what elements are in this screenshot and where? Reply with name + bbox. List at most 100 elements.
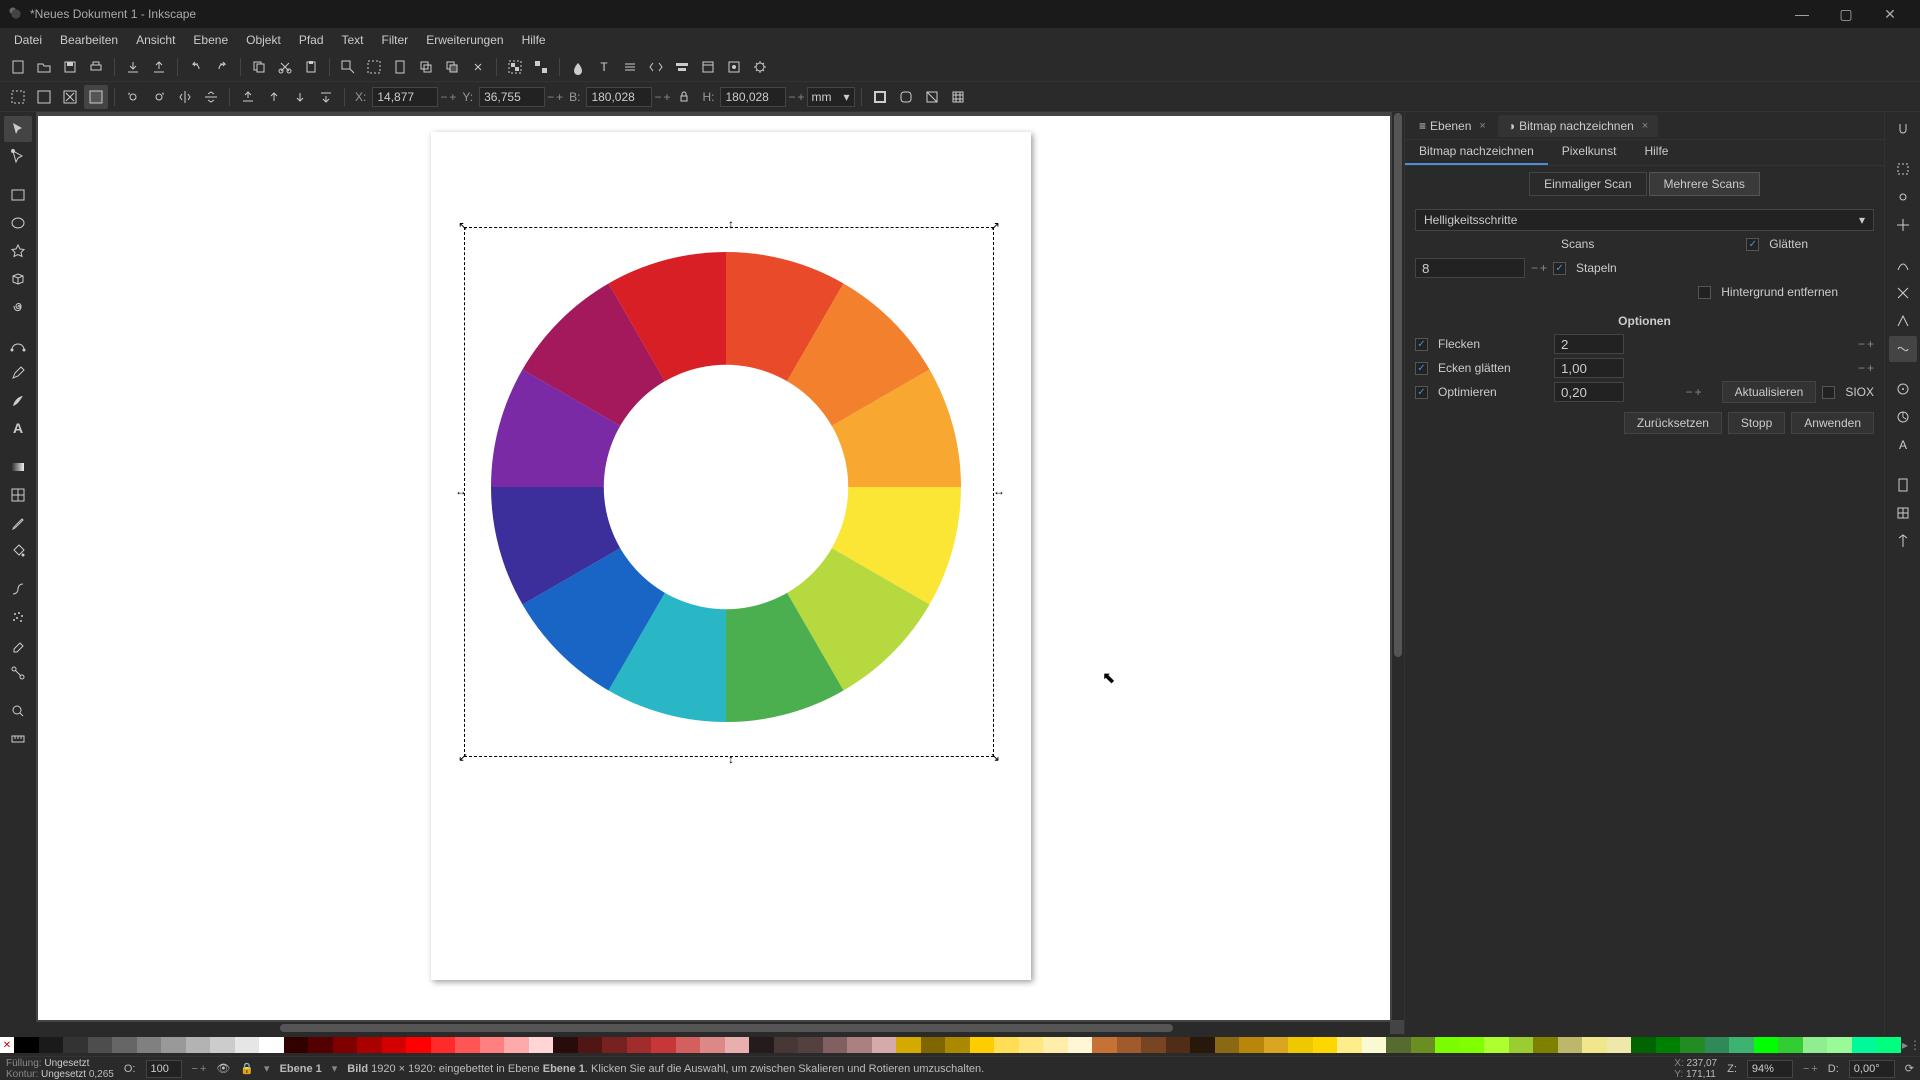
swatch[interactable] <box>1190 1037 1215 1053</box>
swatch[interactable] <box>749 1037 774 1053</box>
swatch[interactable] <box>1411 1037 1436 1053</box>
swatch[interactable] <box>1117 1037 1142 1053</box>
swatch[interactable] <box>1484 1037 1509 1053</box>
palette-menu[interactable]: ⋮ <box>1910 1037 1920 1053</box>
menu-path[interactable]: Pfad <box>291 31 332 49</box>
swatch[interactable] <box>1509 1037 1534 1053</box>
sel-handle-t[interactable]: ↕ <box>726 219 736 229</box>
snap-align[interactable] <box>1889 212 1917 238</box>
swatch[interactable] <box>1705 1037 1730 1053</box>
close-button[interactable]: ✕ <box>1868 0 1912 28</box>
new-doc-button[interactable] <box>6 55 30 79</box>
reset-button[interactable]: Zurücksetzen <box>1624 412 1722 434</box>
swatch[interactable] <box>1754 1037 1779 1053</box>
snap-center[interactable] <box>1889 376 1917 402</box>
swatch[interactable] <box>700 1037 725 1053</box>
swatch[interactable] <box>945 1037 970 1053</box>
swatch[interactable] <box>504 1037 529 1053</box>
tab-layers[interactable]: ≡ Ebenen × <box>1409 115 1496 137</box>
rect-tool[interactable] <box>4 182 32 208</box>
visibility-icon[interactable]: 👁 <box>216 1062 230 1075</box>
swatch[interactable] <box>725 1037 750 1053</box>
snap-smooth[interactable] <box>1889 336 1917 362</box>
y-spinner[interactable]: −+ <box>547 90 563 104</box>
sel-handle-tr[interactable]: ↗ <box>990 221 1000 231</box>
menu-filter[interactable]: Filter <box>374 31 417 49</box>
scans-input[interactable] <box>1415 258 1525 278</box>
bucket-tool[interactable] <box>4 538 32 564</box>
swatch[interactable] <box>627 1037 652 1053</box>
tab-trace-close[interactable]: × <box>1642 120 1648 132</box>
rotate-cw-button[interactable] <box>147 85 171 109</box>
scrollbar-vertical[interactable] <box>1392 112 1404 1020</box>
save-button[interactable] <box>58 55 82 79</box>
sel-handle-l[interactable]: ↔ <box>456 486 466 496</box>
lower-button[interactable] <box>288 85 312 109</box>
menu-view[interactable]: Ansicht <box>128 31 183 49</box>
dropper-tool[interactable] <box>4 510 32 536</box>
swatch[interactable] <box>1068 1037 1093 1053</box>
h-input[interactable] <box>720 87 786 107</box>
swatch[interactable] <box>1852 1037 1877 1053</box>
stop-button[interactable]: Stopp <box>1728 412 1785 434</box>
swatch[interactable] <box>112 1037 137 1053</box>
flip-h-button[interactable] <box>173 85 197 109</box>
swatch[interactable] <box>774 1037 799 1053</box>
swatch[interactable] <box>1141 1037 1166 1053</box>
swatch[interactable] <box>455 1037 480 1053</box>
selection-box[interactable] <box>464 227 994 757</box>
raise-button[interactable] <box>262 85 286 109</box>
swatch[interactable] <box>1239 1037 1264 1053</box>
siox-checkbox[interactable] <box>1822 386 1835 399</box>
spiral-tool[interactable] <box>4 294 32 320</box>
snap-path[interactable] <box>1889 252 1917 278</box>
gradient-tool[interactable] <box>4 454 32 480</box>
speckles-checkbox[interactable] <box>1415 338 1428 351</box>
swatch[interactable] <box>1803 1037 1828 1053</box>
swatch[interactable] <box>210 1037 235 1053</box>
tab-trace[interactable]: ◑ Bitmap nachzeichnen × <box>1498 115 1658 137</box>
fill-value[interactable]: Ungesetzt <box>44 1058 89 1069</box>
node-tool[interactable] <box>4 144 32 170</box>
select-all-button[interactable] <box>6 85 30 109</box>
zoom-input[interactable] <box>1747 1060 1793 1078</box>
snap-text[interactable]: A <box>1889 432 1917 458</box>
zoom-sel-button[interactable] <box>336 55 360 79</box>
swatch[interactable] <box>1043 1037 1068 1053</box>
spray-tool[interactable] <box>4 604 32 630</box>
stroke-width[interactable]: 0,265 <box>89 1069 114 1080</box>
selector-tool[interactable] <box>4 116 32 142</box>
snap-bbox[interactable] <box>1889 156 1917 182</box>
ungroup-button[interactable] <box>529 55 553 79</box>
bezier-tool[interactable] <box>4 332 32 358</box>
text-tool[interactable]: A <box>4 416 32 442</box>
xml-button[interactable] <box>644 55 668 79</box>
h-spinner[interactable]: −+ <box>788 90 804 104</box>
removebg-checkbox[interactable] <box>1698 286 1711 299</box>
paste-button[interactable] <box>299 55 323 79</box>
swatch[interactable] <box>284 1037 309 1053</box>
swatch[interactable] <box>137 1037 162 1053</box>
open-button[interactable] <box>32 55 56 79</box>
swatch[interactable] <box>63 1037 88 1053</box>
canvas-rotate-icon[interactable]: ⟳ <box>1905 1062 1914 1075</box>
move-gradient-button[interactable] <box>920 85 944 109</box>
fill-stroke-button[interactable] <box>566 55 590 79</box>
x-spinner[interactable]: −+ <box>440 90 456 104</box>
snap-node[interactable] <box>1889 184 1917 210</box>
swatch[interactable] <box>161 1037 186 1053</box>
prefs-button[interactable] <box>748 55 772 79</box>
swatch[interactable] <box>382 1037 407 1053</box>
swatch[interactable] <box>1558 1037 1583 1053</box>
eraser-tool[interactable] <box>4 632 32 658</box>
swatch[interactable] <box>1313 1037 1338 1053</box>
optimize-input[interactable] <box>1554 382 1624 402</box>
swatch[interactable] <box>1656 1037 1681 1053</box>
swatch[interactable] <box>480 1037 505 1053</box>
align-button[interactable] <box>670 55 694 79</box>
swatch[interactable] <box>406 1037 431 1053</box>
swatch[interactable] <box>553 1037 578 1053</box>
unlink-clone-button[interactable] <box>466 55 490 79</box>
no-color-swatch[interactable]: ✕ <box>0 1037 14 1053</box>
swatch[interactable] <box>1215 1037 1240 1053</box>
